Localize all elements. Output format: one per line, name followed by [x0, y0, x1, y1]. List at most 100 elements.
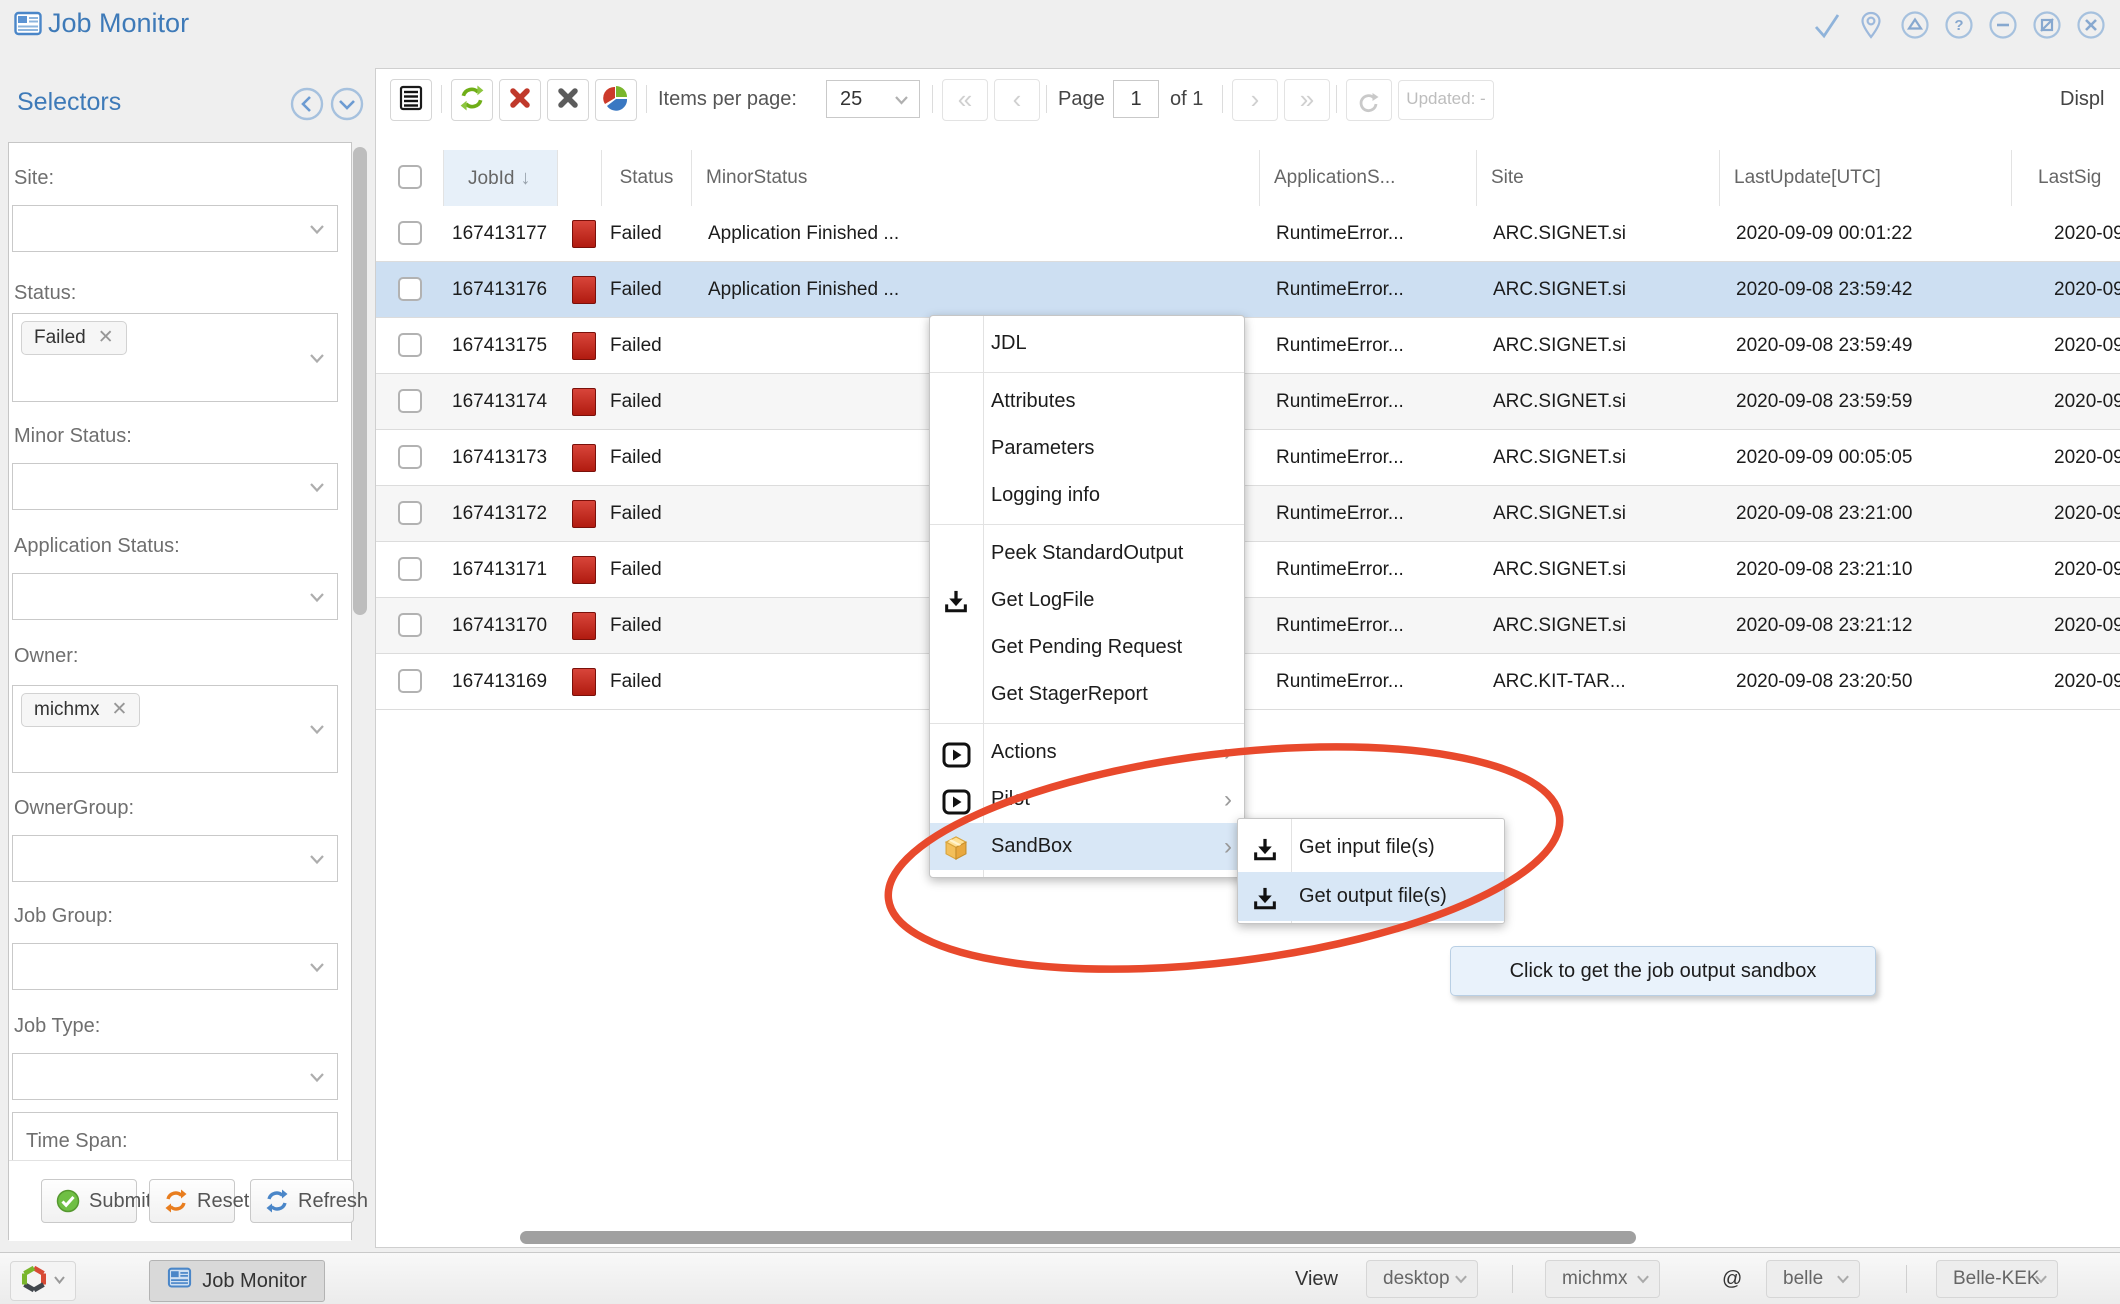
expand-panel-button[interactable]: [330, 87, 364, 121]
field-select-jobtype[interactable]: [12, 1053, 338, 1100]
setup-value: Belle-KEK: [1953, 1268, 2040, 1289]
horizontal-scrollbar[interactable]: [520, 1231, 1636, 1244]
row-checkbox[interactable]: [398, 669, 422, 693]
collapse-panel-button[interactable]: [290, 87, 324, 121]
remove-tag-icon[interactable]: ✕: [98, 327, 114, 348]
submit-button[interactable]: Submit: [41, 1179, 137, 1223]
reset-button[interactable]: Reset: [149, 1179, 235, 1223]
prev-page-button[interactable]: ‹: [994, 79, 1040, 121]
menu-item-peek-standardoutput[interactable]: Peek StandardOutput: [930, 530, 1244, 577]
row-checkbox[interactable]: [398, 501, 422, 525]
page-number-input[interactable]: [1113, 80, 1159, 118]
cell-status: Failed: [602, 598, 692, 653]
field-select-owner[interactable]: michmx✕: [12, 685, 338, 773]
cell-minor: Application Finished ...: [692, 262, 1260, 317]
row-checkbox[interactable]: [398, 445, 422, 469]
menu-item-parameters[interactable]: Parameters: [930, 425, 1244, 472]
cell-site: ARC.SIGNET.si: [1477, 262, 1720, 317]
menu-item-get-stagerreport[interactable]: Get StagerReport: [930, 671, 1244, 718]
column-header-minor[interactable]: MinorStatus: [692, 150, 1260, 206]
column-header-app[interactable]: ApplicationS...: [1260, 150, 1477, 206]
setup-select[interactable]: Belle-KEK: [1936, 1260, 2058, 1298]
table-row[interactable]: 167413170FailedRuntimeError...ARC.SIGNET…: [376, 598, 2120, 654]
submit-check-icon: [56, 1189, 80, 1213]
group-select[interactable]: belle: [1766, 1260, 1860, 1298]
user-select[interactable]: michmx: [1545, 1260, 1660, 1298]
table-row[interactable]: 167413171FailedRuntimeError...ARC.SIGNET…: [376, 542, 2120, 598]
cell-jobid: 167413177: [444, 206, 558, 261]
sidebar-scrollbar[interactable]: [353, 147, 367, 615]
menu-item-jdl[interactable]: JDL: [930, 320, 1244, 367]
submenu-item-get-input-file-s-[interactable]: Get input file(s): [1238, 823, 1504, 872]
chevron-down-icon: [1454, 1273, 1468, 1285]
field-select-applicationstatus[interactable]: [12, 573, 338, 620]
row-checkbox[interactable]: [398, 613, 422, 637]
table-row[interactable]: 167413175FailedRuntimeError...ARC.SIGNET…: [376, 318, 2120, 374]
displaying-label: Displ: [2060, 79, 2104, 119]
row-checkbox[interactable]: [398, 277, 422, 301]
column-header-select[interactable]: [378, 150, 444, 206]
reload-table-button[interactable]: [1346, 79, 1392, 121]
collapse-triangle-icon[interactable]: [1900, 10, 1930, 40]
items-per-page-select[interactable]: 25: [826, 80, 920, 118]
chevron-down-icon: [309, 590, 325, 604]
package-icon: [942, 833, 971, 861]
row-checkbox[interactable]: [398, 333, 422, 357]
column-header-staticon[interactable]: [558, 150, 602, 206]
row-checkbox[interactable]: [398, 221, 422, 245]
menu-item-attributes[interactable]: Attributes: [930, 378, 1244, 425]
remove-tag-icon[interactable]: ✕: [111, 699, 127, 720]
first-page-button[interactable]: «: [942, 79, 988, 121]
select-all-checkbox[interactable]: [398, 165, 422, 189]
column-header-site[interactable]: Site: [1477, 150, 1720, 206]
menu-item-logging-info[interactable]: Logging info: [930, 472, 1244, 519]
row-checkbox[interactable]: [398, 557, 422, 581]
menu-item-sandbox[interactable]: SandBox›: [930, 823, 1244, 870]
field-select-minorstatus[interactable]: [12, 463, 338, 510]
column-header-updated[interactable]: LastUpdate[UTC]: [1720, 150, 2012, 206]
main-menu-button[interactable]: [10, 1261, 76, 1301]
table-row[interactable]: 167413173FailedRuntimeError...ARC.SIGNET…: [376, 430, 2120, 486]
field-select-jobgroup[interactable]: [12, 943, 338, 990]
play-icon: [942, 739, 971, 767]
menu-item-label: Get Pending Request: [991, 636, 1182, 658]
table-row[interactable]: 167413177FailedApplication Finished ...R…: [376, 206, 2120, 262]
delete-jobs-button[interactable]: [499, 79, 541, 121]
cell-status: Failed: [602, 430, 692, 485]
column-header-sig[interactable]: LastSig: [2012, 150, 2120, 206]
next-page-button[interactable]: ›: [1232, 79, 1278, 121]
updated-button[interactable]: Updated: -: [1398, 80, 1494, 120]
cell-jobid: 167413172: [444, 486, 558, 541]
field-select-status[interactable]: Failed✕: [12, 313, 338, 402]
refresh-button[interactable]: Refresh: [250, 1179, 354, 1223]
submenu-item-label: Get output file(s): [1299, 885, 1447, 907]
row-checkbox[interactable]: [398, 389, 422, 413]
menu-item-pilot[interactable]: Pilot›: [930, 776, 1244, 823]
field-select-ownergroup[interactable]: [12, 835, 338, 882]
refresh-jobs-button[interactable]: [451, 79, 493, 121]
view-select[interactable]: desktop: [1366, 1260, 1478, 1298]
taskbar-job-monitor-button[interactable]: Job Monitor: [149, 1260, 325, 1302]
submenu-item-get-output-file-s-[interactable]: Get output file(s): [1238, 872, 1504, 921]
chevron-down-icon: [1836, 1273, 1850, 1285]
table-row[interactable]: 167413169FailedRuntimeError...ARC.KIT-TA…: [376, 654, 2120, 710]
close-icon[interactable]: [2076, 10, 2106, 40]
minimize-icon[interactable]: [1988, 10, 2018, 40]
field-select-site[interactable]: [12, 205, 338, 252]
table-row[interactable]: 167413172FailedRuntimeError...ARC.SIGNET…: [376, 486, 2120, 542]
kill-jobs-button[interactable]: [547, 79, 589, 121]
statistics-button[interactable]: [595, 79, 637, 121]
menu-item-actions[interactable]: Actions›: [930, 729, 1244, 776]
column-header-status[interactable]: Status: [602, 150, 692, 206]
chevron-down-icon: [309, 852, 325, 866]
menu-item-get-pending-request[interactable]: Get Pending Request: [930, 624, 1244, 671]
restore-icon[interactable]: [2032, 10, 2062, 40]
help-icon[interactable]: ?: [1944, 10, 1974, 40]
columns-list-button[interactable]: [390, 79, 432, 121]
table-row[interactable]: 167413174FailedRuntimeError...ARC.SIGNET…: [376, 374, 2120, 430]
table-row[interactable]: 167413176FailedApplication Finished ...R…: [376, 262, 2120, 318]
cell-updated: 2020-09-08 23:59:42: [1720, 262, 2012, 317]
menu-item-get-logfile[interactable]: Get LogFile: [930, 577, 1244, 624]
last-page-button[interactable]: »: [1284, 79, 1330, 121]
column-header-jobid[interactable]: JobId↓: [444, 150, 558, 206]
